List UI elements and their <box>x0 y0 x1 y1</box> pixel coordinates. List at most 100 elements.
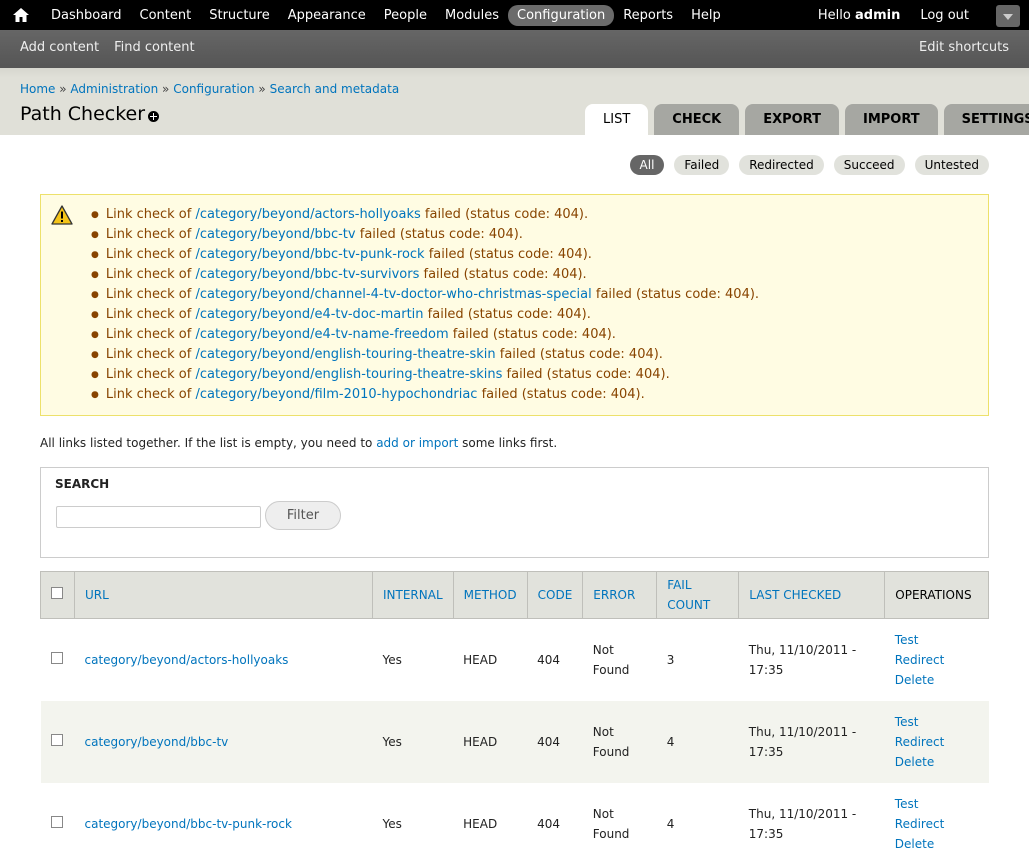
row-op-test-link[interactable]: Test <box>895 630 979 650</box>
row-op-redirect-link[interactable]: Redirect <box>895 650 979 670</box>
toolbar-item-content[interactable]: Content <box>131 5 201 26</box>
message-link[interactable]: /category/beyond/e4-tv-doc-martin <box>195 307 423 322</box>
message-link[interactable]: /category/beyond/e4-tv-name-freedom <box>195 327 448 342</box>
tab-check[interactable]: CHECK <box>654 104 740 135</box>
row-internal: Yes <box>372 700 454 783</box>
message-prefix: Link check of <box>105 247 196 262</box>
tab-list[interactable]: LIST <box>585 104 649 135</box>
message-link-base: /category/beyond/ <box>195 247 315 262</box>
toolbar-item-modules[interactable]: Modules <box>436 5 508 26</box>
message-suffix: failed (status code: 404). <box>419 267 587 282</box>
logout-link[interactable]: Log out <box>920 8 969 23</box>
message-suffix: failed (status code: 404). <box>424 247 592 262</box>
code-column-header[interactable]: CODE <box>526 571 584 619</box>
toolbar-item-reports[interactable]: Reports <box>614 5 682 26</box>
message-link[interactable]: /category/beyond/bbc-tv <box>195 227 355 242</box>
row-date-line-2: 17:35 <box>748 662 784 677</box>
breadcrumb-administration[interactable]: Administration <box>70 82 158 96</box>
message-link-base: /category/beyond/ <box>195 327 315 342</box>
row-fail-count: 4 <box>656 782 739 865</box>
row-error-line-1: Not <box>592 806 614 821</box>
message-link[interactable]: /category/beyond/english-touring-theatre… <box>195 347 495 362</box>
message-link-slug: english-touring-theatre-skins <box>314 367 503 382</box>
toolbar-item-appearance[interactable]: Appearance <box>279 5 375 26</box>
filter-redirected[interactable]: Redirected <box>739 155 824 175</box>
shortcut-add-content[interactable]: Add content <box>20 40 99 55</box>
row-checkbox[interactable] <box>50 815 63 828</box>
row-url-link[interactable]: category/beyond/actors-hollyoaks <box>74 618 373 701</box>
last-checked-column-header[interactable]: LAST CHECKED <box>738 571 886 619</box>
breadcrumb-search-and-metadata[interactable]: Search and metadata <box>270 82 400 96</box>
toolbar-item-people[interactable]: People <box>375 5 436 26</box>
edit-shortcuts-link[interactable]: Edit shortcuts <box>919 40 1009 55</box>
toolbar-item-help[interactable]: Help <box>682 5 730 26</box>
search-input[interactable] <box>56 506 261 528</box>
method-column-header[interactable]: METHOD <box>452 571 528 619</box>
row-checkbox[interactable] <box>50 733 63 746</box>
row-url-link[interactable]: category/beyond/bbc-tv <box>74 700 373 783</box>
warning-icon <box>51 205 73 225</box>
username[interactable]: admin <box>855 8 900 23</box>
row-date-line-1: Thu, 11/10/2011 - <box>748 642 857 657</box>
message-list: Link check of /category/beyond/actors-ho… <box>91 205 759 405</box>
message-link[interactable]: /category/beyond/film-2010-hypochondriac <box>195 387 477 402</box>
row-operations: Test Redirect Delete <box>884 782 989 865</box>
message-suffix: failed (status code: 404). <box>502 367 670 382</box>
tab-settings[interactable]: SETTINGS <box>943 104 1029 135</box>
row-op-redirect-link[interactable]: Redirect <box>895 814 979 834</box>
internal-column-header[interactable]: INTERNAL <box>372 571 454 619</box>
tab-export[interactable]: EXPORT <box>745 104 839 135</box>
message-link[interactable]: /category/beyond/actors-hollyoaks <box>195 207 420 222</box>
add-or-import-link[interactable]: add or import <box>376 436 458 450</box>
row-op-delete-link[interactable]: Delete <box>895 752 979 772</box>
row-op-delete-link[interactable]: Delete <box>895 834 979 854</box>
filter-untested[interactable]: Untested <box>914 155 989 175</box>
toolbar-item-dashboard[interactable]: Dashboard <box>42 5 131 26</box>
add-shortcut-icon[interactable] <box>148 111 159 122</box>
row-op-test-link[interactable]: Test <box>895 712 979 732</box>
row-error-line-2: Found <box>592 744 630 759</box>
row-code: 404 <box>527 700 583 783</box>
message-link-slug: channel-4-tv-doctor-who-christmas-specia… <box>314 287 592 302</box>
breadcrumb-configuration[interactable]: Configuration <box>173 82 254 96</box>
table-row: category/beyond/bbc-tv-punk-rock Yes HEAD 4… <box>40 782 989 865</box>
tab-import[interactable]: IMPORT <box>844 104 938 135</box>
row-op-test-link[interactable]: Test <box>895 794 979 814</box>
row-url-link[interactable]: category/beyond/bbc-tv-punk-rock <box>74 782 373 865</box>
message-link[interactable]: /category/beyond/english-touring-theatre… <box>195 367 502 382</box>
message-link[interactable]: /category/beyond/bbc-tv-survivors <box>195 267 419 282</box>
row-op-redirect-link[interactable]: Redirect <box>895 732 979 752</box>
row-error-line-1: Not <box>592 724 614 739</box>
row-last-checked: Thu, 11/10/2011 - 17:35 <box>738 618 885 701</box>
url-column-header[interactable]: URL <box>74 571 373 619</box>
filter-succeed[interactable]: Succeed <box>833 155 905 175</box>
operations-column-header: OPERATIONS <box>884 571 989 619</box>
breadcrumb-home[interactable]: Home <box>20 82 55 96</box>
toolbar-toggle-button[interactable] <box>996 5 1020 27</box>
row-method: HEAD <box>453 618 528 701</box>
message-suffix: failed (status code: 404). <box>477 387 645 402</box>
breadcrumb-separator: » <box>55 82 71 96</box>
toolbar-item-configuration[interactable]: Configuration <box>508 4 615 26</box>
select-all-checkbox[interactable] <box>51 587 63 599</box>
row-date-line-1: Thu, 11/10/2011 - <box>748 724 857 739</box>
shortcut-find-content[interactable]: Find content <box>114 40 195 55</box>
message-link[interactable]: /category/beyond/bbc-tv-punk-rock <box>195 247 424 262</box>
filter-failed[interactable]: Failed <box>674 155 730 175</box>
message-item: Link check of /category/beyond/english-t… <box>91 365 759 385</box>
row-checkbox[interactable] <box>50 651 63 664</box>
row-op-delete-link[interactable]: Delete <box>895 670 979 690</box>
message-link-base: /category/beyond/ <box>195 387 315 402</box>
message-link[interactable]: /category/beyond/channel-4-tv-doctor-who… <box>195 287 591 302</box>
filter-button[interactable]: Filter <box>265 501 341 530</box>
message-item: Link check of /category/beyond/channel-4… <box>91 285 759 305</box>
message-item: Link check of /category/beyond/e4-tv-nam… <box>91 325 759 345</box>
error-column-header[interactable]: ERROR <box>582 571 658 619</box>
home-icon[interactable] <box>12 6 30 24</box>
warning-messages: Link check of /category/beyond/actors-ho… <box>40 194 989 416</box>
filter-all[interactable]: All <box>629 155 665 175</box>
row-last-checked: Thu, 11/10/2011 - 17:35 <box>738 782 885 865</box>
toolbar-item-structure[interactable]: Structure <box>200 5 278 26</box>
message-link-slug: bbc-tv-punk-rock <box>314 247 425 262</box>
fail-count-column-header[interactable]: FAIL COUNT <box>656 571 740 619</box>
